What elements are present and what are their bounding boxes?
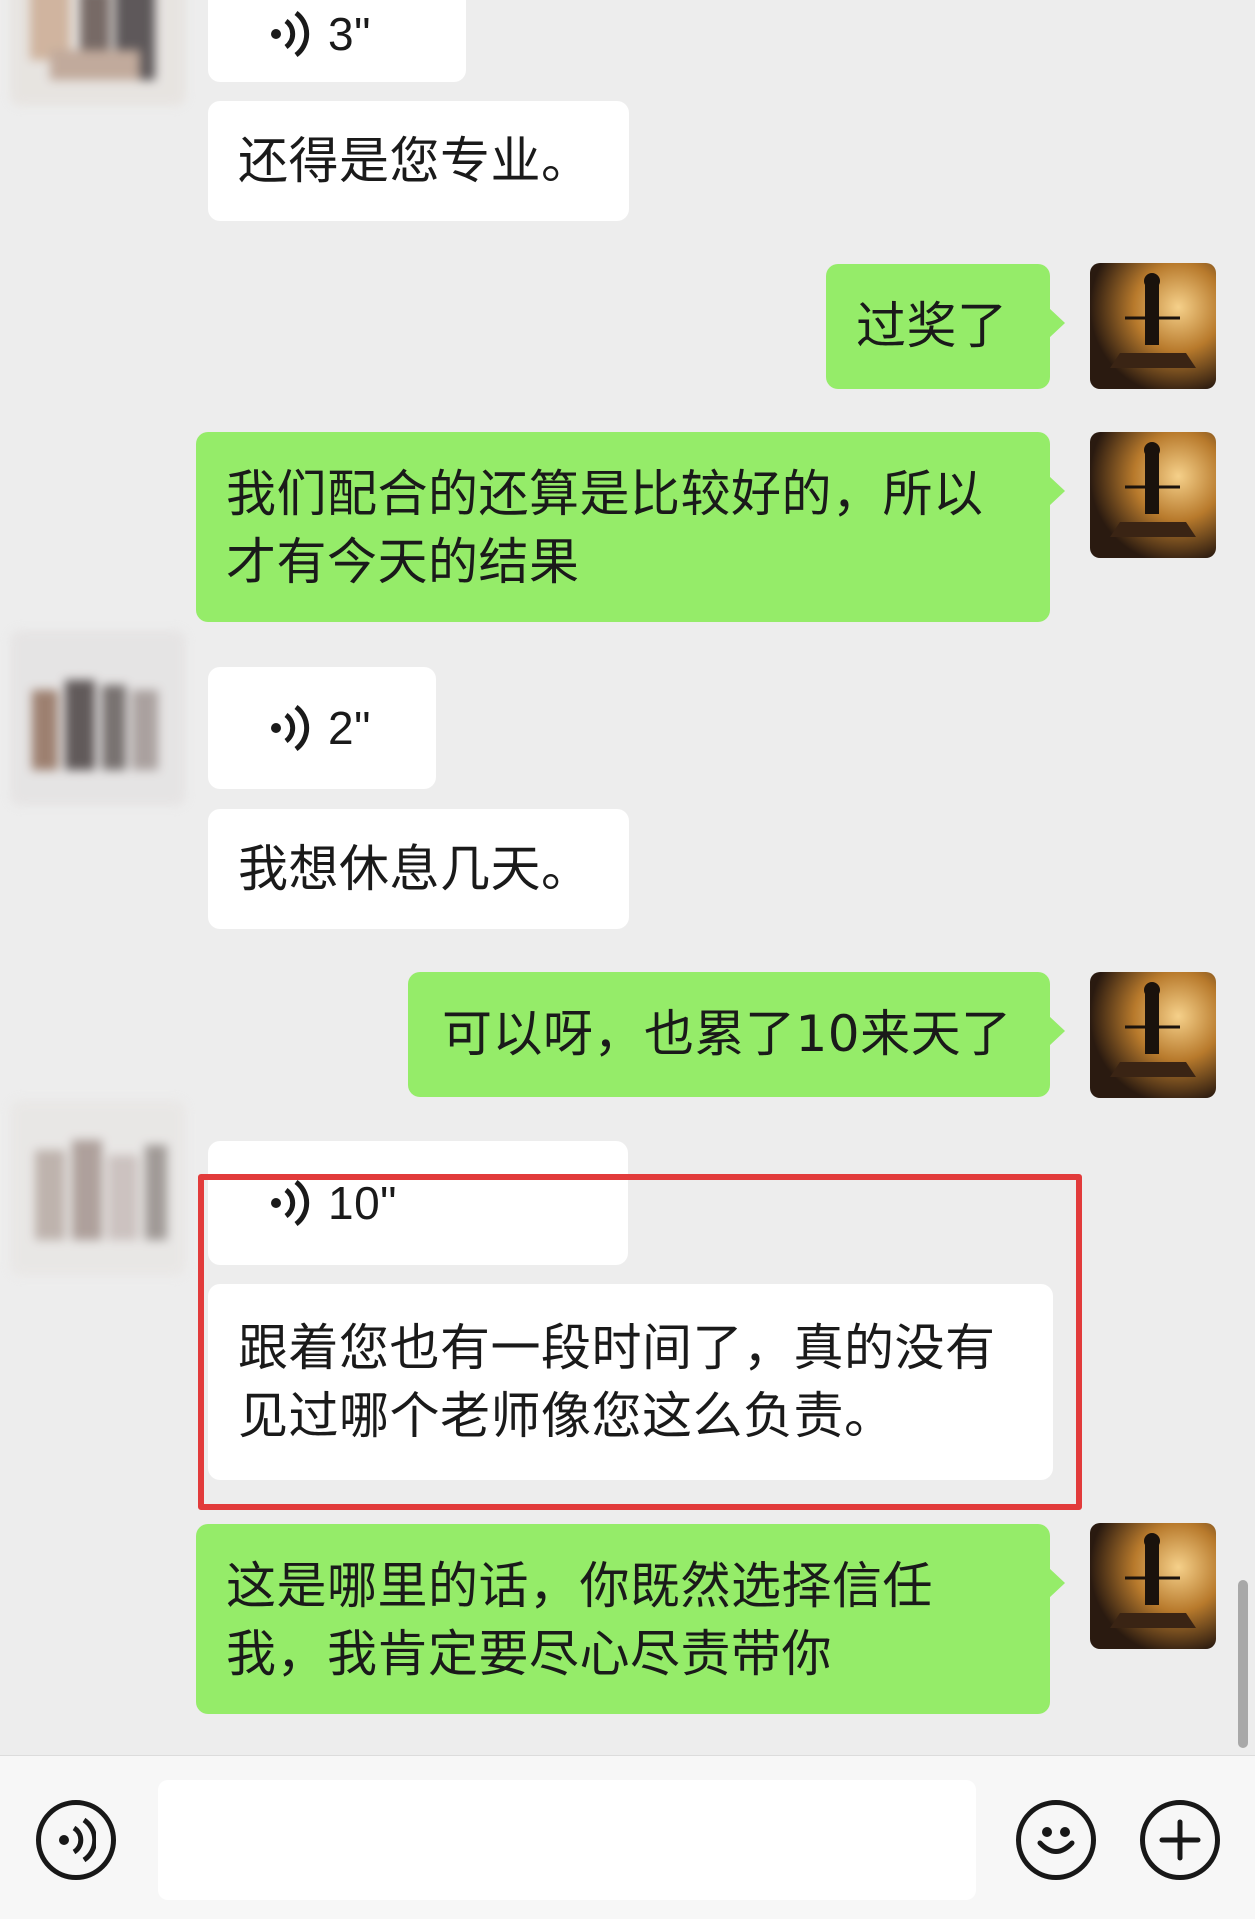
user-avatar[interactable] <box>1090 432 1216 558</box>
message-text: 我们配合的还算是比较好的，所以才有今天的结果 <box>226 465 984 591</box>
voice-wave-icon <box>271 705 310 751</box>
voice-input-button[interactable] <box>36 1800 116 1880</box>
message-text: 我想休息几天。 <box>238 840 592 898</box>
message-text: 可以呀，也累了10来天了 <box>442 1005 1012 1063</box>
plus-icon <box>1159 1819 1201 1861</box>
voice-wave-icon <box>271 11 310 57</box>
contact-avatar[interactable] <box>10 1100 186 1276</box>
message-text: 过奖了 <box>856 297 1008 355</box>
outgoing-message[interactable]: 过奖了 <box>826 264 1065 389</box>
highlight-annotation-box <box>198 1174 1082 1510</box>
message-input[interactable] <box>158 1780 976 1900</box>
emoji-icon <box>1037 1827 1075 1854</box>
scrollbar[interactable] <box>1238 1580 1248 1748</box>
contact-avatar[interactable] <box>10 0 186 106</box>
voice-duration: 2" <box>328 702 371 754</box>
voice-message[interactable]: 2" <box>208 667 436 789</box>
contact-avatar[interactable] <box>10 630 186 806</box>
user-avatar[interactable] <box>1090 972 1216 1098</box>
outgoing-message[interactable]: 可以呀，也累了10来天了 <box>408 972 1065 1097</box>
message-text: 这是哪里的话，你既然选择信任我，我肯定要尽心尽责带你 <box>226 1557 933 1683</box>
plus-button[interactable] <box>1140 1800 1220 1880</box>
message-text: 还得是您专业。 <box>238 132 592 190</box>
user-avatar[interactable] <box>1090 1523 1216 1649</box>
voice-input-icon <box>59 1817 96 1863</box>
incoming-message[interactable]: 我想休息几天。 <box>208 809 629 929</box>
outgoing-message[interactable]: 我们配合的还算是比较好的，所以才有今天的结果 <box>196 432 1065 622</box>
voice-duration: 3" <box>328 8 371 60</box>
voice-message[interactable]: 3" <box>208 0 466 82</box>
outgoing-message[interactable]: 这是哪里的话，你既然选择信任我，我肯定要尽心尽责带你 <box>196 1524 1065 1714</box>
incoming-message[interactable]: 还得是您专业。 <box>208 101 629 221</box>
user-avatar[interactable] <box>1090 263 1216 389</box>
emoji-button[interactable] <box>1016 1800 1096 1880</box>
